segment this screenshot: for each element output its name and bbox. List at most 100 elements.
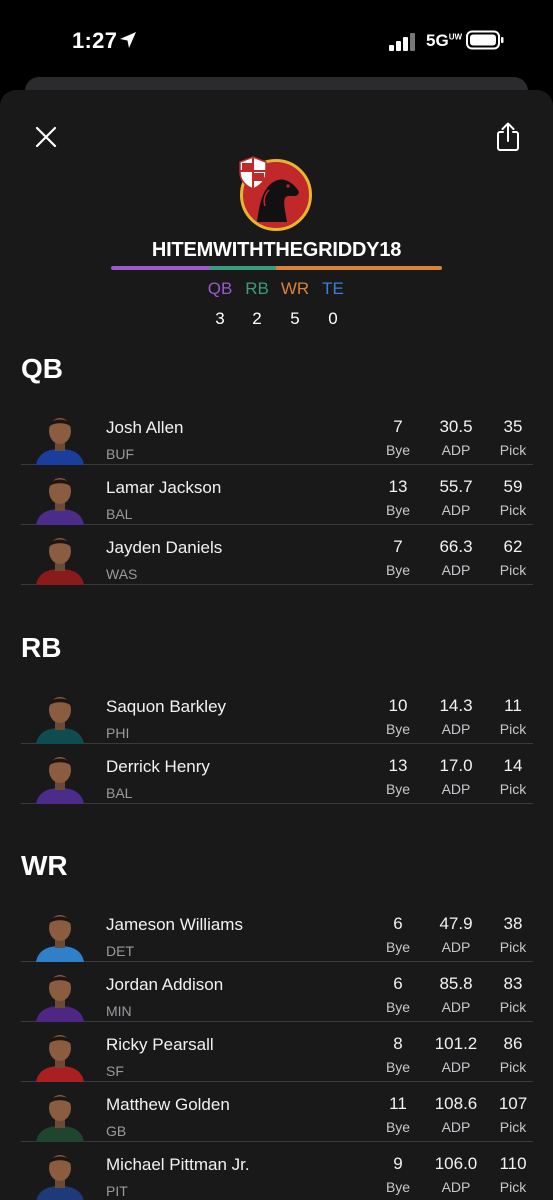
adp-label: ADP (441, 721, 471, 737)
player-team: BAL (106, 506, 133, 522)
pick-stat: 107 Pick (483, 1094, 543, 1135)
player-team: MIN (106, 1003, 132, 1019)
wr-bar-segment (276, 266, 442, 270)
adp-label: ADP (441, 939, 471, 955)
adp-label: ADP (441, 562, 471, 578)
adp-stat: 55.7 ADP (426, 477, 486, 518)
adp-stat: 47.9 ADP (426, 914, 486, 955)
bye-value: 8 (393, 1034, 403, 1053)
player-team: SF (106, 1063, 124, 1079)
player-headshot (32, 1026, 88, 1082)
pick-stat: 11 Pick (483, 696, 543, 737)
pick-value: 11 (504, 696, 522, 715)
player-team: PIT (106, 1183, 128, 1199)
bye-stat: 13 Bye (368, 756, 428, 797)
count-value-rb: 2 (252, 309, 262, 328)
player-name: Jameson Williams (106, 915, 243, 934)
bye-label: Bye (385, 999, 411, 1015)
pick-label: Pick (499, 721, 527, 737)
player-name: Jayden Daniels (106, 538, 223, 557)
player-name: Jordan Addison (106, 975, 224, 994)
player-team: BUF (106, 446, 134, 462)
player-team: WAS (106, 566, 138, 582)
pick-label: Pick (499, 562, 527, 578)
count-label-wr: WR (280, 279, 310, 298)
player-headshot (32, 688, 88, 744)
player-name: Lamar Jackson (106, 478, 222, 497)
bye-label: Bye (385, 721, 411, 737)
player-headshot (32, 529, 88, 585)
player-row[interactable]: Lamar Jackson BAL 13 Bye 55.7 ADP 59 Pick (21, 465, 533, 525)
rb-bar-segment (210, 266, 277, 270)
pick-value: 110 (499, 1154, 527, 1173)
player-row[interactable]: Derrick Henry BAL 13 Bye 17.0 ADP 14 Pick (21, 744, 533, 804)
pick-label: Pick (499, 781, 527, 797)
adp-label: ADP (441, 1119, 471, 1135)
player-row[interactable]: Jordan Addison MIN 6 Bye 85.8 ADP 83 Pick (21, 962, 533, 1022)
adp-label: ADP (441, 1059, 471, 1075)
pick-label: Pick (499, 1119, 527, 1135)
bye-label: Bye (385, 562, 411, 578)
bye-label: Bye (385, 1059, 411, 1075)
pick-label: Pick (499, 442, 527, 458)
bye-value: 11 (389, 1094, 407, 1113)
player-row[interactable]: Michael Pittman Jr. PIT 9 Bye 106.0 ADP 110 Pic… (21, 1142, 533, 1200)
pick-value: 62 (503, 537, 523, 556)
player-row[interactable]: Jayden Daniels WAS 7 Bye 66.3 ADP 62 Pick (21, 525, 533, 585)
adp-label: ADP (441, 442, 471, 458)
player-row[interactable]: Josh Allen BUF 7 Bye 30.5 ADP 35 Pick (21, 405, 533, 465)
adp-stat: 106.0 ADP (426, 1154, 486, 1195)
adp-value: 106.0 (434, 1154, 478, 1173)
bye-label: Bye (385, 781, 411, 797)
player-name: Saquon Barkley (106, 697, 227, 716)
player-headshot (32, 748, 88, 804)
count-te: TE 0 (313, 279, 353, 329)
count-rb: RB 2 (237, 279, 277, 329)
player-row[interactable]: Ricky Pearsall SF 8 Bye 101.2 ADP 86 Pick (21, 1022, 533, 1082)
bye-stat: 7 Bye (368, 537, 428, 578)
player-row[interactable]: Saquon Barkley PHI 10 Bye 14.3 ADP 11 Pick (21, 684, 533, 744)
close-icon[interactable] (33, 124, 59, 150)
player-name: Josh Allen (106, 418, 184, 437)
count-wr: WR 5 (275, 279, 315, 329)
adp-stat: 101.2 ADP (426, 1034, 486, 1075)
player-team: DET (106, 943, 134, 959)
player-headshot (32, 1086, 88, 1142)
bye-value: 6 (393, 914, 403, 933)
bye-label: Bye (385, 502, 411, 518)
adp-value: 55.7 (439, 477, 473, 496)
player-headshot (32, 409, 88, 465)
player-team: GB (106, 1123, 127, 1139)
pick-stat: 59 Pick (483, 477, 543, 518)
bye-stat: 6 Bye (368, 974, 428, 1015)
position-distribution-bar (111, 266, 442, 270)
network-label: 5G (426, 31, 449, 50)
player-row[interactable]: Matthew Golden GB 11 Bye 108.6 ADP 107 Pick (21, 1082, 533, 1142)
pick-value: 35 (503, 417, 523, 436)
pick-stat: 62 Pick (483, 537, 543, 578)
adp-value: 17.0 (439, 756, 473, 775)
pick-value: 86 (503, 1034, 523, 1053)
cellular-signal-icon (389, 31, 417, 51)
bye-stat: 6 Bye (368, 914, 428, 955)
adp-stat: 14.3 ADP (426, 696, 486, 737)
player-name: Michael Pittman Jr. (106, 1155, 250, 1174)
qb-bar-segment (111, 266, 211, 270)
player-row[interactable]: Jameson Williams DET 6 Bye 47.9 ADP 38 Pick (21, 902, 533, 962)
pick-value: 83 (503, 974, 523, 993)
section-title-rb: RB (21, 632, 62, 663)
adp-value: 30.5 (439, 417, 473, 436)
adp-label: ADP (441, 999, 471, 1015)
status-time: 1:27 (72, 28, 118, 53)
bye-stat: 8 Bye (368, 1034, 428, 1075)
bye-value: 13 (388, 477, 408, 496)
section-title-wr: WR (21, 850, 68, 881)
adp-stat: 66.3 ADP (426, 537, 486, 578)
count-label-te: TE (322, 279, 344, 298)
pick-stat: 38 Pick (483, 914, 543, 955)
adp-value: 108.6 (434, 1094, 478, 1113)
shield-badge-icon (239, 156, 267, 190)
player-team: BAL (106, 785, 133, 801)
share-icon[interactable] (494, 121, 522, 153)
team-username: HITEMWITHTHEGRIDDY18 (151, 239, 402, 261)
